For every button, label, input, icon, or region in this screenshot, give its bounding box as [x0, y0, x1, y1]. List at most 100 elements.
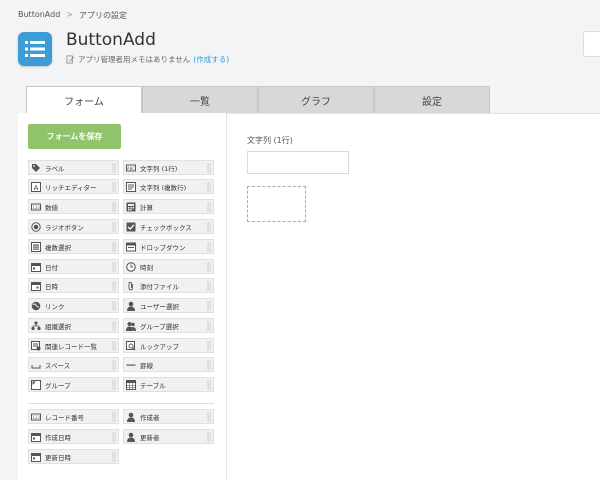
drag-handle[interactable] — [112, 321, 116, 331]
drag-handle[interactable] — [207, 202, 211, 212]
palette-field-radio[interactable]: ラジオボタン — [28, 219, 119, 234]
calendar-icon — [31, 452, 41, 462]
header-action-button[interactable] — [583, 31, 600, 57]
palette-field-org-select[interactable]: 組織選択 — [28, 318, 119, 333]
palette-field-multi-select[interactable]: 複数選択 — [28, 239, 119, 254]
palette-field-created-datetime[interactable]: 作成日時 — [28, 429, 119, 444]
drag-handle[interactable] — [207, 262, 211, 272]
palette-field-multi-line-text[interactable]: 文字列 (複数行) — [123, 179, 214, 194]
drag-handle[interactable] — [112, 202, 116, 212]
palette-field-user-select[interactable]: ユーザー選択 — [123, 298, 214, 313]
svg-text:123: 123 — [32, 415, 40, 420]
breadcrumb-current: アプリの設定 — [79, 11, 127, 20]
create-memo-link[interactable]: (作成する) — [193, 54, 229, 65]
drag-handle[interactable] — [112, 182, 116, 192]
svg-text:ABC: ABC — [127, 166, 135, 171]
drag-handle[interactable] — [207, 432, 211, 442]
palette-divider — [28, 403, 214, 404]
tab-form[interactable]: フォーム — [26, 86, 142, 114]
multi-select-icon — [31, 241, 41, 252]
tab-settings[interactable]: 設定 — [374, 86, 490, 113]
group-icon — [31, 379, 41, 390]
palette-field-link[interactable]: リンク — [28, 298, 119, 313]
palette-field-lookup[interactable]: ルックアップ — [123, 338, 214, 353]
drag-handle[interactable] — [207, 281, 211, 291]
tag-icon — [31, 163, 41, 173]
memo-text: アプリ管理者用メモはありません — [78, 55, 191, 64]
palette-field-related-records[interactable]: 関連レコード一覧 — [28, 338, 119, 353]
palette-field-creator[interactable]: 作成者 — [123, 409, 214, 424]
memo-icon — [66, 55, 75, 64]
drag-handle[interactable] — [112, 432, 116, 442]
drag-handle[interactable] — [207, 412, 211, 422]
number-icon: 123 — [31, 202, 41, 212]
drag-handle[interactable] — [207, 182, 211, 192]
calculator-icon — [126, 202, 136, 212]
palette-field-group-select[interactable]: グループ選択 — [123, 318, 214, 333]
record-number-icon: 123 — [31, 412, 41, 422]
palette-field-calculation[interactable]: 計算 — [123, 199, 214, 214]
drag-handle[interactable] — [112, 360, 116, 370]
drag-handle[interactable] — [112, 242, 116, 252]
palette-field-checkbox[interactable]: チェックボックス — [123, 219, 214, 234]
palette-field-group[interactable]: グループ — [28, 377, 119, 392]
palette-field-updated-datetime[interactable]: 更新日時 — [28, 449, 119, 464]
drag-handle[interactable] — [207, 242, 211, 252]
list-icon — [25, 41, 45, 57]
users-icon — [126, 321, 136, 331]
field-drop-zone[interactable] — [247, 186, 306, 222]
related-records-icon — [31, 340, 41, 351]
rich-text-icon: A — [31, 181, 41, 192]
palette-field-border-line[interactable]: 罫線 — [123, 357, 214, 372]
drag-handle[interactable] — [112, 341, 116, 351]
palette-field-datetime[interactable]: 日時 — [28, 278, 119, 293]
table-icon — [126, 379, 136, 390]
palette-field-dropdown[interactable]: ドロップダウン — [123, 239, 214, 254]
save-form-button[interactable]: フォームを保存 — [28, 124, 121, 149]
canvas-text-field[interactable] — [247, 151, 349, 174]
palette-field-attachment[interactable]: 添付ファイル — [123, 278, 214, 293]
app-memo: アプリ管理者用メモはありません (作成する) — [66, 54, 229, 65]
drag-handle[interactable] — [112, 301, 116, 311]
palette-field-rich-editor[interactable]: A リッチエディター — [28, 179, 119, 194]
breadcrumb: ButtonAdd > アプリの設定 — [18, 10, 127, 21]
palette-field-number[interactable]: 123 数値 — [28, 199, 119, 214]
drag-handle[interactable] — [207, 321, 211, 331]
palette-field-label[interactable]: ラベル — [28, 160, 119, 175]
drag-handle[interactable] — [207, 222, 211, 232]
palette-field-space[interactable]: スペース — [28, 357, 119, 372]
calendar-icon — [31, 262, 41, 272]
user-icon — [126, 412, 136, 422]
app-title: ButtonAdd — [66, 30, 156, 50]
calendar-icon — [31, 432, 41, 442]
palette-field-table[interactable]: テーブル — [123, 377, 214, 392]
drag-handle[interactable] — [112, 412, 116, 422]
tab-bar: フォーム 一覧 グラフ 設定 — [26, 86, 490, 114]
drag-handle[interactable] — [207, 163, 211, 173]
drag-handle[interactable] — [112, 452, 116, 462]
svg-text:A: A — [34, 184, 39, 192]
drag-handle[interactable] — [112, 163, 116, 173]
palette-field-updater[interactable]: 更新者 — [123, 429, 214, 444]
breadcrumb-separator: > — [66, 10, 73, 19]
drag-handle[interactable] — [112, 281, 116, 291]
tab-list-view[interactable]: 一覧 — [142, 86, 258, 113]
drag-handle[interactable] — [112, 222, 116, 232]
canvas-field-label[interactable]: 文字列 (1行) — [247, 135, 293, 146]
drag-handle[interactable] — [207, 341, 211, 351]
clock-icon — [126, 261, 136, 272]
palette-field-time[interactable]: 時刻 — [123, 259, 214, 274]
drag-handle[interactable] — [207, 360, 211, 370]
palette-field-date[interactable]: 日付 — [28, 259, 119, 274]
palette-field-single-line-text[interactable]: ABC 文字列 (1行) — [123, 160, 214, 175]
drag-handle[interactable] — [207, 301, 211, 311]
space-icon — [31, 360, 41, 370]
breadcrumb-root[interactable]: ButtonAdd — [18, 10, 60, 21]
tab-graph[interactable]: グラフ — [258, 86, 374, 113]
palette-field-record-number[interactable]: 123 レコード番号 — [28, 409, 119, 424]
radio-icon — [31, 221, 41, 232]
single-line-text-icon: ABC — [126, 163, 136, 173]
drag-handle[interactable] — [112, 380, 116, 390]
drag-handle[interactable] — [207, 380, 211, 390]
drag-handle[interactable] — [112, 262, 116, 272]
